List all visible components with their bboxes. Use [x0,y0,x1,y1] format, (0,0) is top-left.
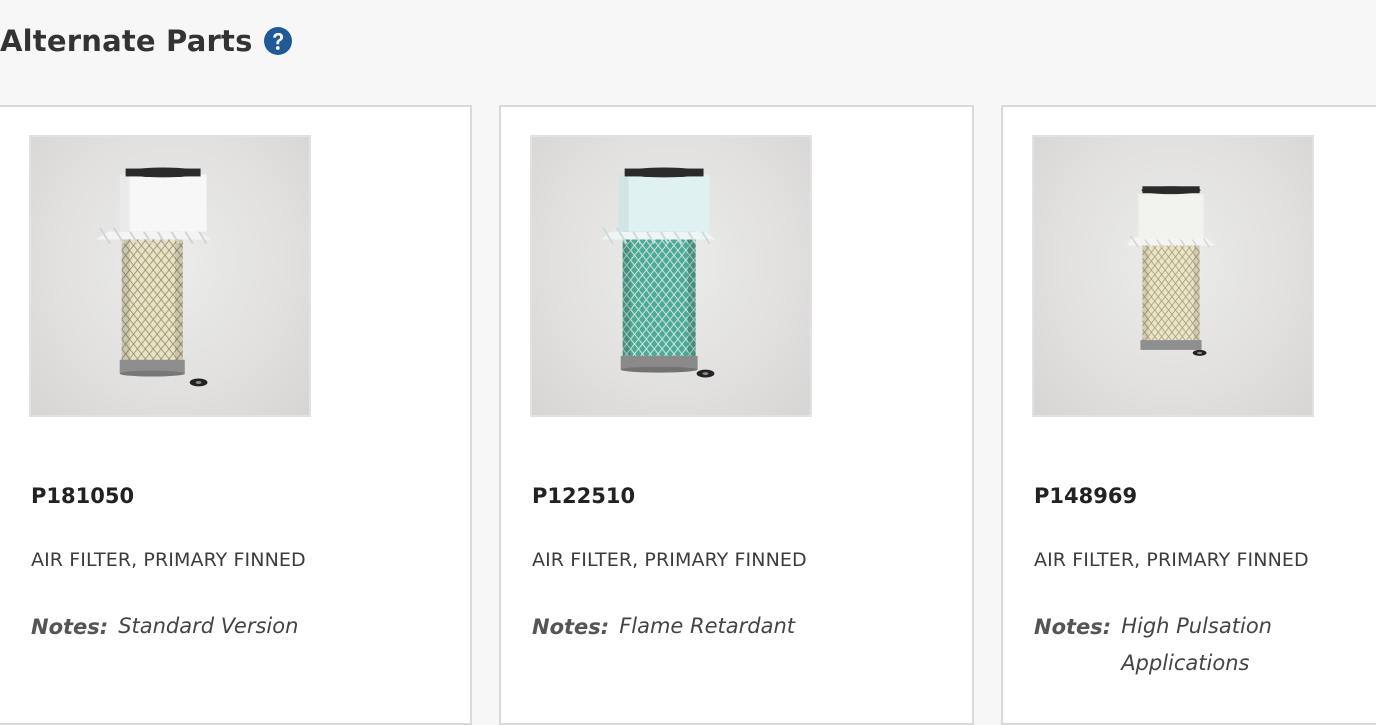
part-notes: Notes: Standard Version [31,614,371,645]
question-circle-icon[interactable] [263,26,293,56]
air-filter-image [96,167,211,387]
product-image[interactable] [29,135,311,417]
notes-value: Standard Version [118,614,299,638]
notes-label: Notes: [532,615,610,639]
part-description: AIR FILTER, PRIMARY FINNED [1034,549,1309,571]
air-filter-image [1126,186,1216,356]
part-notes: Notes: High Pulsation Applications [1034,614,1374,682]
notes-value: Flame Retardant [619,614,796,638]
alternate-parts-list: P181050 AIR FILTER, PRIMARY FINNED Notes… [0,105,1376,725]
air-filter-image [601,167,716,378]
section-header: Alternate Parts [0,22,293,60]
part-description: AIR FILTER, PRIMARY FINNED [532,549,807,571]
part-description: AIR FILTER, PRIMARY FINNED [31,549,306,571]
section-title: Alternate Parts [0,24,253,58]
part-notes: Notes: Flame Retardant [532,614,872,645]
part-number-link[interactable]: P122510 [532,484,635,508]
part-card: P148969 AIR FILTER, PRIMARY FINNED Notes… [1001,105,1376,725]
product-image[interactable] [530,135,812,417]
part-card: P181050 AIR FILTER, PRIMARY FINNED Notes… [0,105,472,725]
part-number-link[interactable]: P148969 [1034,484,1137,508]
part-number-link[interactable]: P181050 [31,484,134,508]
product-image[interactable] [1032,135,1314,417]
notes-value: High Pulsation Applications [1121,614,1272,675]
notes-label: Notes: [1034,615,1112,639]
notes-label: Notes: [31,615,109,639]
part-card: P122510 AIR FILTER, PRIMARY FINNED Notes… [499,105,974,725]
